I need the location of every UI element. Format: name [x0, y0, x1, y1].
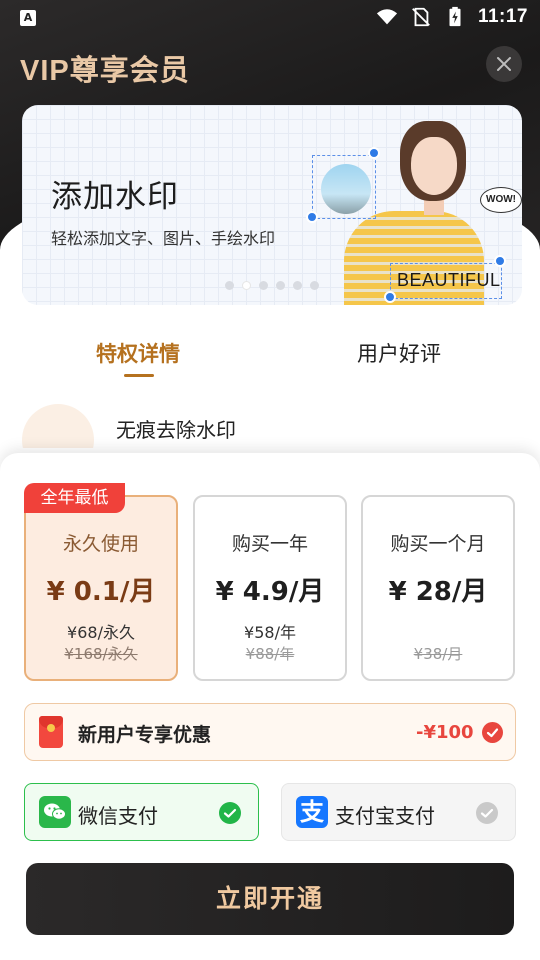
carousel-dot[interactable] — [293, 281, 302, 290]
plan-original-price: ¥88/年 — [245, 645, 295, 663]
plan-card-monthly[interactable]: 购买一个月 ¥ 28/月 ¥38/月 — [361, 495, 515, 681]
illustration-face — [411, 137, 457, 195]
plan-name: 购买一个月 — [390, 533, 486, 555]
tab-reviews[interactable]: 用户好评 — [357, 338, 441, 368]
text-watermark-frame: BEAUTIFUL — [390, 263, 502, 299]
coupon-amount: -¥100 — [416, 722, 474, 743]
plan-total-price: ¥68/永久 — [67, 623, 135, 642]
new-user-coupon[interactable]: 新用户专享优惠 -¥100 — [24, 703, 516, 761]
resize-handle-icon — [494, 255, 506, 267]
wifi-icon — [376, 9, 398, 25]
banner-illustration: WOW! BEAUTIFUL — [306, 115, 522, 305]
plan-name: 永久使用 — [62, 533, 139, 555]
no-sim-icon — [412, 7, 430, 27]
carousel-dot[interactable] — [310, 281, 319, 290]
plan-name: 购买一年 — [231, 533, 308, 555]
check-icon — [476, 802, 498, 824]
text-watermark: BEAUTIFUL — [397, 270, 501, 290]
lowest-price-badge: 全年最低 — [24, 483, 125, 513]
alipay-icon: 支 — [296, 796, 328, 828]
plan-original-price: ¥38/月 — [413, 645, 463, 663]
status-icons: 11:17 — [376, 6, 528, 28]
rotate-handle-icon — [384, 291, 396, 303]
plan-price: ¥ 0.1/月 — [46, 577, 156, 607]
wechat-pay-label: 微信支付 — [78, 804, 158, 828]
notification-a-icon: A — [20, 10, 36, 26]
close-button[interactable] — [486, 46, 522, 82]
status-bar: A 11:17 — [0, 0, 540, 36]
wechat-icon — [39, 796, 71, 828]
banner-title: 添加水印 — [51, 179, 179, 215]
check-icon[interactable] — [482, 722, 503, 743]
activate-button[interactable]: 立即开通 — [26, 863, 514, 935]
carousel-dot[interactable] — [259, 281, 268, 290]
carousel-dot-active[interactable] — [242, 281, 251, 290]
plan-original-price: ¥168/永久 — [64, 645, 138, 663]
alipay-label: 支付宝支付 — [335, 804, 435, 828]
plan-total-price: ¥58/年 — [244, 623, 296, 642]
plan-price: ¥ 4.9/月 — [215, 577, 325, 607]
status-time: 11:17 — [477, 6, 528, 27]
banner-subtitle: 轻松添加文字、图片、手绘水印 — [51, 229, 276, 248]
feature-banner[interactable]: 添加水印 轻松添加文字、图片、手绘水印 WOW! BEAUTIFUL — [22, 105, 522, 305]
list-item: 无痕去除水印 — [22, 404, 522, 448]
battery-charging-icon — [449, 6, 461, 27]
close-icon — [497, 57, 511, 71]
carousel-dot[interactable] — [276, 281, 285, 290]
photo-watermark — [321, 164, 371, 214]
tab-bar: 特权详情 用户好评 — [0, 330, 540, 380]
plan-card-lifetime[interactable]: 永久使用 ¥ 0.1/月 ¥68/永久 ¥168/永久 — [24, 495, 178, 681]
rotate-handle-icon — [306, 211, 318, 223]
plan-card-yearly[interactable]: 购买一年 ¥ 4.9/月 ¥58/年 ¥88/年 — [193, 495, 347, 681]
feature-icon — [22, 404, 94, 448]
image-watermark-frame — [312, 155, 376, 219]
coupon-label: 新用户专享优惠 — [78, 724, 212, 746]
resize-handle-icon — [368, 147, 380, 159]
feature-label: 无痕去除水印 — [116, 418, 236, 442]
red-envelope-icon — [39, 716, 63, 748]
alipay-option[interactable]: 支 支付宝支付 — [281, 783, 516, 841]
carousel-dots — [225, 281, 319, 290]
page-title: VIP尊享会员 — [20, 55, 190, 87]
wechat-pay-option[interactable]: 微信支付 — [24, 783, 259, 841]
carousel-dot[interactable] — [225, 281, 234, 290]
check-icon — [219, 802, 241, 824]
wow-sticker: WOW! — [480, 187, 522, 213]
tab-privileges[interactable]: 特权详情 — [96, 338, 180, 368]
tab-active-indicator — [124, 374, 154, 377]
plan-price: ¥ 28/月 — [388, 577, 488, 607]
